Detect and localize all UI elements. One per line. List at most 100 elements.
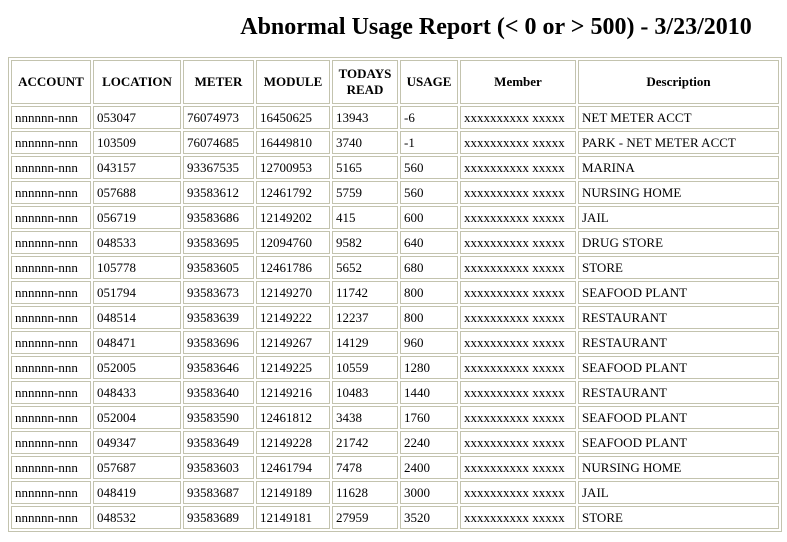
cell-description: STORE — [578, 506, 779, 529]
cell-meter: 93583686 — [183, 206, 254, 229]
cell-module: 12149181 — [256, 506, 330, 529]
cell-member: xxxxxxxxxx xxxxx — [460, 506, 576, 529]
cell-account: nnnnnn-nnn — [11, 206, 91, 229]
column-header-todays-read: TODAYS READ — [332, 60, 398, 104]
cell-todays-read: 21742 — [332, 431, 398, 454]
cell-todays-read: 11628 — [332, 481, 398, 504]
table-row: nnnnnn-nnn049347935836491214922821742224… — [11, 431, 779, 454]
cell-location: 051794 — [93, 281, 181, 304]
cell-member: xxxxxxxxxx xxxxx — [460, 431, 576, 454]
cell-usage: 3520 — [400, 506, 458, 529]
cell-module: 12094760 — [256, 231, 330, 254]
cell-module: 12461792 — [256, 181, 330, 204]
cell-meter: 93583646 — [183, 356, 254, 379]
table-row: nnnnnn-nnn04315793367535127009535165560x… — [11, 156, 779, 179]
cell-usage: 1440 — [400, 381, 458, 404]
cell-description: RESTAURANT — [578, 306, 779, 329]
cell-location: 103509 — [93, 131, 181, 154]
cell-description: JAIL — [578, 206, 779, 229]
cell-meter: 93583605 — [183, 256, 254, 279]
cell-location: 048433 — [93, 381, 181, 404]
cell-meter: 93583603 — [183, 456, 254, 479]
table-row: nnnnnn-nnn051794935836731214927011742800… — [11, 281, 779, 304]
cell-account: nnnnnn-nnn — [11, 506, 91, 529]
cell-description: RESTAURANT — [578, 381, 779, 404]
cell-location: 052005 — [93, 356, 181, 379]
cell-account: nnnnnn-nnn — [11, 331, 91, 354]
cell-description: DRUG STORE — [578, 231, 779, 254]
cell-module: 16450625 — [256, 106, 330, 129]
column-header-account: ACCOUNT — [11, 60, 91, 104]
cell-location: 048514 — [93, 306, 181, 329]
cell-location: 048532 — [93, 506, 181, 529]
cell-account: nnnnnn-nnn — [11, 306, 91, 329]
table-row: nnnnnn-nnn04853393583695120947609582640x… — [11, 231, 779, 254]
cell-meter: 93583649 — [183, 431, 254, 454]
cell-account: nnnnnn-nnn — [11, 181, 91, 204]
cell-todays-read: 5652 — [332, 256, 398, 279]
cell-description: PARK - NET METER ACCT — [578, 131, 779, 154]
cell-description: RESTAURANT — [578, 331, 779, 354]
cell-todays-read: 5759 — [332, 181, 398, 204]
cell-usage: 640 — [400, 231, 458, 254]
cell-module: 12149270 — [256, 281, 330, 304]
cell-location: 105778 — [93, 256, 181, 279]
table-row: nnnnnn-nnn052005935836461214922510559128… — [11, 356, 779, 379]
cell-account: nnnnnn-nnn — [11, 256, 91, 279]
cell-todays-read: 5165 — [332, 156, 398, 179]
cell-location: 048419 — [93, 481, 181, 504]
cell-account: nnnnnn-nnn — [11, 281, 91, 304]
cell-member: xxxxxxxxxx xxxxx — [460, 156, 576, 179]
cell-todays-read: 9582 — [332, 231, 398, 254]
cell-description: MARINA — [578, 156, 779, 179]
cell-todays-read: 415 — [332, 206, 398, 229]
cell-account: nnnnnn-nnn — [11, 156, 91, 179]
table-row: nnnnnn-nnn048419935836871214918911628300… — [11, 481, 779, 504]
cell-location: 048533 — [93, 231, 181, 254]
cell-usage: -6 — [400, 106, 458, 129]
cell-location: 056719 — [93, 206, 181, 229]
cell-usage: 2240 — [400, 431, 458, 454]
cell-account: nnnnnn-nnn — [11, 481, 91, 504]
column-header-meter: METER — [183, 60, 254, 104]
cell-usage: 2400 — [400, 456, 458, 479]
cell-member: xxxxxxxxxx xxxxx — [460, 331, 576, 354]
cell-meter: 93583640 — [183, 381, 254, 404]
cell-module: 12461812 — [256, 406, 330, 429]
cell-description: JAIL — [578, 481, 779, 504]
cell-meter: 93583590 — [183, 406, 254, 429]
cell-member: xxxxxxxxxx xxxxx — [460, 481, 576, 504]
report-title: Abnormal Usage Report (< 0 or > 500) - 3… — [0, 12, 787, 42]
column-header-description: Description — [578, 60, 779, 104]
cell-description: STORE — [578, 256, 779, 279]
table-row: nnnnnn-nnn052004935835901246181234381760… — [11, 406, 779, 429]
cell-module: 12149202 — [256, 206, 330, 229]
cell-location: 049347 — [93, 431, 181, 454]
cell-account: nnnnnn-nnn — [11, 231, 91, 254]
cell-todays-read: 14129 — [332, 331, 398, 354]
cell-description: NURSING HOME — [578, 456, 779, 479]
cell-account: nnnnnn-nnn — [11, 356, 91, 379]
cell-member: xxxxxxxxxx xxxxx — [460, 456, 576, 479]
cell-account: nnnnnn-nnn — [11, 456, 91, 479]
cell-module: 12461794 — [256, 456, 330, 479]
cell-meter: 93583639 — [183, 306, 254, 329]
cell-todays-read: 10559 — [332, 356, 398, 379]
cell-todays-read: 7478 — [332, 456, 398, 479]
cell-module: 12149189 — [256, 481, 330, 504]
cell-todays-read: 13943 — [332, 106, 398, 129]
cell-meter: 76074973 — [183, 106, 254, 129]
usage-report-table: ACCOUNTLOCATIONMETERMODULETODAYS READUSA… — [8, 57, 782, 532]
cell-description: SEAFOOD PLANT — [578, 281, 779, 304]
table-row: nnnnnn-nnn048532935836891214918127959352… — [11, 506, 779, 529]
cell-member: xxxxxxxxxx xxxxx — [460, 256, 576, 279]
cell-member: xxxxxxxxxx xxxxx — [460, 406, 576, 429]
cell-usage: 560 — [400, 156, 458, 179]
cell-member: xxxxxxxxxx xxxxx — [460, 231, 576, 254]
cell-description: SEAFOOD PLANT — [578, 406, 779, 429]
cell-description: SEAFOOD PLANT — [578, 356, 779, 379]
cell-description: NET METER ACCT — [578, 106, 779, 129]
cell-usage: 1760 — [400, 406, 458, 429]
cell-todays-read: 11742 — [332, 281, 398, 304]
cell-todays-read: 10483 — [332, 381, 398, 404]
